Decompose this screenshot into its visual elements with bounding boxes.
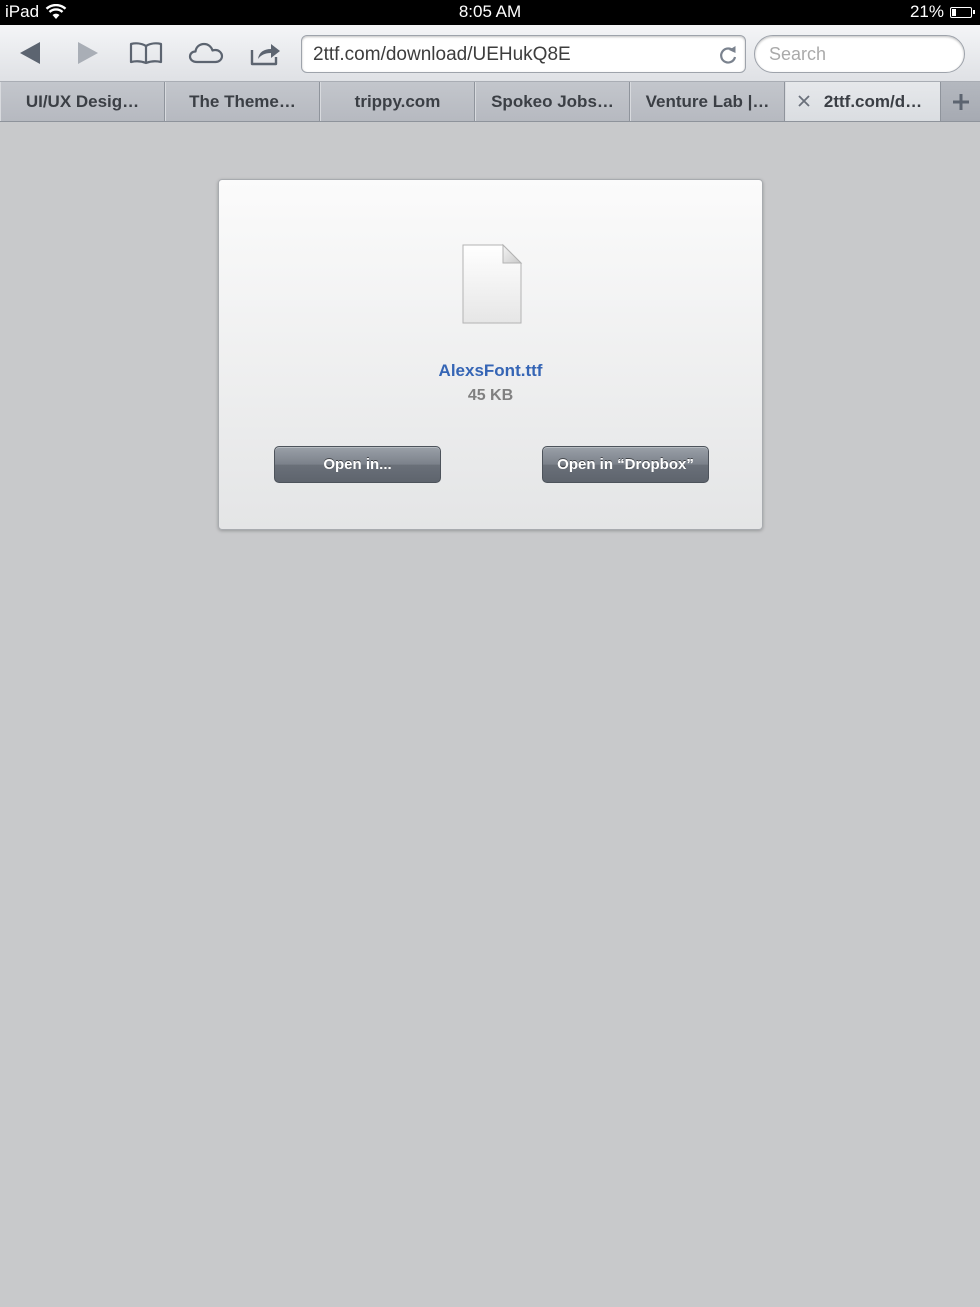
status-time: 8:05 AM: [458, 2, 522, 21]
tab-item[interactable]: trippy.com: [320, 82, 475, 121]
battery-percent: 21%: [909, 2, 944, 21]
download-card: AlexsFont.ttf 45 KB Open in... Open in “…: [218, 179, 763, 530]
address-bar[interactable]: [301, 35, 746, 73]
new-tab-button[interactable]: [941, 82, 980, 121]
battery-icon: [950, 6, 975, 18]
tab-item-active[interactable]: 2ttf.com/d…: [785, 82, 941, 121]
close-tab-icon[interactable]: [796, 93, 812, 109]
cloud-icon: [188, 42, 224, 64]
tab-label: trippy.com: [354, 91, 441, 111]
tab-item[interactable]: Spokeo Jobs…: [475, 82, 630, 121]
browser-toolbar: [0, 25, 980, 82]
battery-fill: [952, 8, 956, 16]
file-name: AlexsFont.ttf: [438, 361, 543, 380]
tab-label: The Theme…: [189, 91, 296, 111]
open-in-dropbox-button[interactable]: Open in “Dropbox”: [542, 446, 709, 483]
back-arrow-icon: [20, 42, 40, 64]
document-file-icon: [462, 243, 523, 324]
tab-bar: UI/UX Desig… The Theme… trippy.com Spoke…: [0, 82, 980, 122]
forward-arrow-icon: [78, 42, 98, 64]
bookmarks-button[interactable]: [126, 35, 166, 71]
tab-label: 2ttf.com/d…: [823, 91, 923, 111]
tab-item[interactable]: UI/UX Desig…: [0, 82, 165, 121]
search-input[interactable]: [769, 44, 949, 65]
share-button[interactable]: [246, 35, 286, 71]
open-in-button[interactable]: Open in...: [274, 446, 441, 483]
file-size: 45 KB: [467, 387, 514, 404]
url-input[interactable]: [313, 44, 703, 66]
status-bar: iPad 8:05 AM 21%: [0, 0, 980, 25]
tab-item[interactable]: Venture Lab |…: [630, 82, 785, 121]
reload-icon[interactable]: [718, 44, 738, 66]
share-arrow-icon: [250, 44, 280, 66]
tab-label: Venture Lab |…: [645, 91, 770, 111]
tab-item[interactable]: The Theme…: [165, 82, 320, 121]
back-button[interactable]: [10, 35, 50, 71]
bookmarks-book-icon: [129, 42, 163, 65]
status-right: 21%: [909, 2, 975, 22]
tab-label: Spokeo Jobs…: [491, 91, 614, 111]
search-field[interactable]: [754, 35, 965, 73]
plus-icon: [952, 93, 969, 110]
forward-button[interactable]: [68, 35, 108, 71]
icloud-tabs-button[interactable]: [186, 35, 226, 71]
tab-label: UI/UX Desig…: [25, 91, 140, 111]
